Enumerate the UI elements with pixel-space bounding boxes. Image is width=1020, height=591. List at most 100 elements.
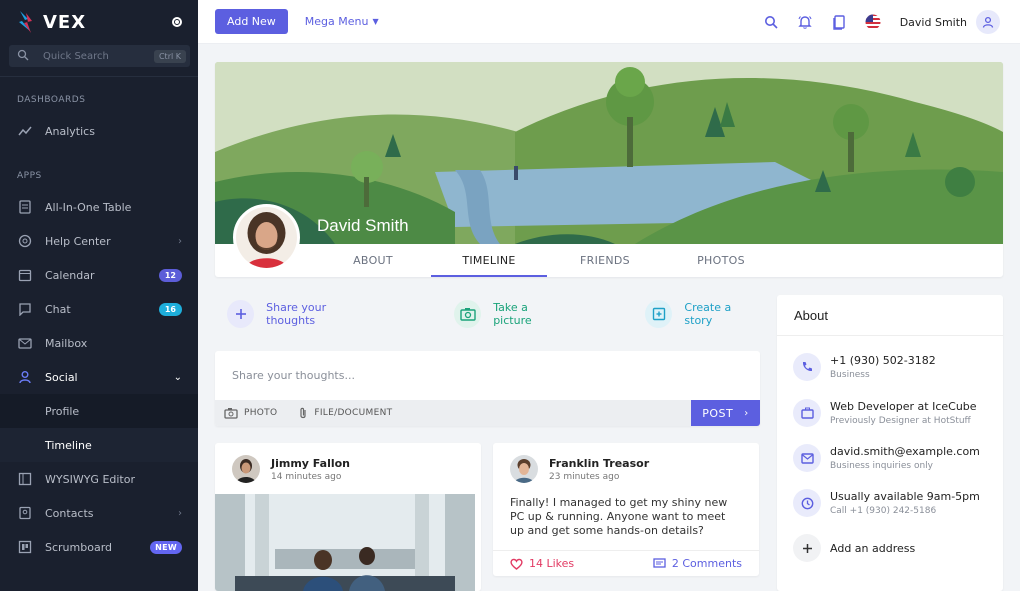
contacts-icon xyxy=(17,505,33,521)
sidebar-item-contacts[interactable]: Contacts › xyxy=(0,496,198,530)
profile-tabs: ABOUT TIMELINE FRIENDS PHOTOS xyxy=(315,244,955,277)
add-icon xyxy=(227,300,255,328)
sidebar-item-calendar[interactable]: Calendar 12 xyxy=(0,258,198,292)
sidebar-item-chat[interactable]: Chat 16 xyxy=(0,292,198,326)
chevron-right-icon: › xyxy=(178,235,182,247)
sidebar-item-mailbox[interactable]: Mailbox xyxy=(0,326,198,360)
sidebar-item-label: WYSIWYG Editor xyxy=(45,472,135,486)
about-main: Add an address xyxy=(830,541,916,555)
author-name[interactable]: Franklin Treasor xyxy=(549,457,649,470)
about-job[interactable]: Web Developer at IceCube Previously Desi… xyxy=(793,399,977,427)
share-thoughts-button[interactable]: Share your thoughts xyxy=(227,300,375,328)
chart-line-icon xyxy=(17,123,33,139)
chat-icon xyxy=(17,301,33,317)
post-card: Franklin Treasor 23 minutes ago Finally!… xyxy=(493,443,759,576)
create-story-button[interactable]: Create a story xyxy=(645,300,760,328)
post-header: Jimmy Fallon 14 minutes ago xyxy=(215,443,481,483)
camera-add-icon xyxy=(454,300,482,328)
sidebar-item-label: Mailbox xyxy=(45,336,88,350)
about-sub: Previously Designer at HotStuff xyxy=(830,416,971,426)
about-availability[interactable]: Usually available 9am-5pm Call +1 (930) … xyxy=(793,489,980,517)
sidebar-item-label: Scrumboard xyxy=(45,540,113,554)
about-main: +1 (930) 502-3182 xyxy=(830,354,936,367)
tab-timeline[interactable]: TIMELINE xyxy=(431,244,547,277)
profile-header: David Smith ABOUT TIMELINE FRIENDS PHOTO… xyxy=(215,62,1003,277)
photo-label: PHOTO xyxy=(244,408,278,418)
profile-avatar[interactable] xyxy=(233,204,300,271)
composer-toolbar: PHOTO FILE/DOCUMENT POST › xyxy=(215,400,760,426)
tab-friends[interactable]: FRIENDS xyxy=(547,244,663,277)
caret-down-icon: ▼ xyxy=(372,17,379,26)
about-main: david.smith@example.com xyxy=(830,445,980,458)
about-phone[interactable]: +1 (930) 502-3182 Business xyxy=(793,353,936,381)
notifications-icon[interactable] xyxy=(795,12,815,32)
author-avatar[interactable] xyxy=(232,455,260,483)
topbar: Add New Mega Menu ▼ David Smith xyxy=(198,0,1020,44)
divider xyxy=(0,76,198,77)
heart-icon xyxy=(510,558,523,570)
user-name[interactable]: David Smith xyxy=(900,16,967,29)
sidebar-toggle-icon[interactable] xyxy=(172,17,182,27)
author-avatar[interactable] xyxy=(510,455,538,483)
sidebar-item-label: Chat xyxy=(45,302,71,316)
sidebar-item-social[interactable]: Social ⌄ xyxy=(0,360,198,394)
sidebar-subitem-timeline[interactable]: Timeline xyxy=(0,428,198,462)
post-footer: 14 Likes 2 Comments xyxy=(493,550,759,576)
chat-badge: 16 xyxy=(158,302,182,316)
brand-name: VEX xyxy=(43,11,87,33)
composer-input[interactable]: Share your thoughts... xyxy=(232,369,355,382)
us-flag-icon[interactable] xyxy=(863,12,883,32)
add-new-button[interactable]: Add New xyxy=(215,9,288,34)
story-add-icon xyxy=(645,300,673,328)
about-sub: Call +1 (930) 242-5186 xyxy=(830,506,937,516)
add-icon xyxy=(793,534,821,562)
post-time: 14 minutes ago xyxy=(271,471,342,482)
comment-icon xyxy=(653,557,666,570)
post-label: POST xyxy=(702,406,734,420)
sidebar-item-label: All-In-One Table xyxy=(45,200,132,214)
attach-photo-button[interactable]: PHOTO xyxy=(224,407,277,419)
mega-menu-button[interactable]: Mega Menu ▼ xyxy=(305,15,379,28)
sidebar-item-wysiwyg-editor[interactable]: WYSIWYG Editor xyxy=(0,462,198,496)
tab-about[interactable]: ABOUT xyxy=(315,244,431,277)
briefcase-icon xyxy=(793,399,821,427)
bookmarks-icon[interactable] xyxy=(829,12,849,32)
sidebar-item-all-in-one-table[interactable]: All-In-One Table xyxy=(0,190,198,224)
chevron-right-icon: › xyxy=(744,407,749,419)
attach-file-button[interactable]: FILE/DOCUMENT xyxy=(298,407,392,420)
add-address-button[interactable]: Add an address xyxy=(793,534,915,562)
chevron-down-icon: ⌄ xyxy=(173,371,182,383)
about-sub: Business inquiries only xyxy=(830,461,933,471)
sidebar-subitem-profile[interactable]: Profile xyxy=(0,394,198,428)
section-dashboards: DASHBOARDS xyxy=(17,95,86,105)
quick-search[interactable]: Quick Search Ctrl K xyxy=(9,45,190,67)
sidebar-item-label: Analytics xyxy=(45,124,95,138)
sidebar-item-analytics[interactable]: Analytics xyxy=(0,114,198,148)
post-text: Finally! I managed to get my shiny new P… xyxy=(510,496,728,537)
post-composer: Share your thoughts... PHOTO FILE/DOCUME… xyxy=(215,351,760,426)
vex-logo-icon xyxy=(19,11,32,33)
like-button[interactable]: 14 Likes xyxy=(510,557,574,570)
post-photo[interactable] xyxy=(215,494,475,591)
about-sub: Business xyxy=(830,370,870,380)
table-icon xyxy=(17,199,33,215)
calendar-icon xyxy=(17,267,33,283)
search-icon[interactable] xyxy=(761,12,781,32)
take-picture-button[interactable]: Take a picture xyxy=(454,300,567,328)
sidebar-item-help-center[interactable]: Help Center › xyxy=(0,224,198,258)
sidebar-item-label: Social xyxy=(45,370,78,384)
phone-icon xyxy=(793,353,821,381)
user-avatar-icon[interactable] xyxy=(976,10,1000,34)
about-main: Web Developer at IceCube xyxy=(830,400,977,413)
board-icon xyxy=(17,539,33,555)
author-name[interactable]: Jimmy Fallon xyxy=(271,457,350,470)
paperclip-icon xyxy=(298,407,308,420)
sidebar-item-scrumboard[interactable]: Scrumboard NEW xyxy=(0,530,198,564)
post-time: 23 minutes ago xyxy=(549,471,620,482)
file-label: FILE/DOCUMENT xyxy=(314,408,393,418)
post-button[interactable]: POST › xyxy=(691,400,760,426)
comments-button[interactable]: 2 Comments xyxy=(653,557,742,570)
about-email[interactable]: david.smith@example.com Business inquiri… xyxy=(793,444,980,472)
tab-photos[interactable]: PHOTOS xyxy=(663,244,779,277)
clock-icon xyxy=(793,489,821,517)
